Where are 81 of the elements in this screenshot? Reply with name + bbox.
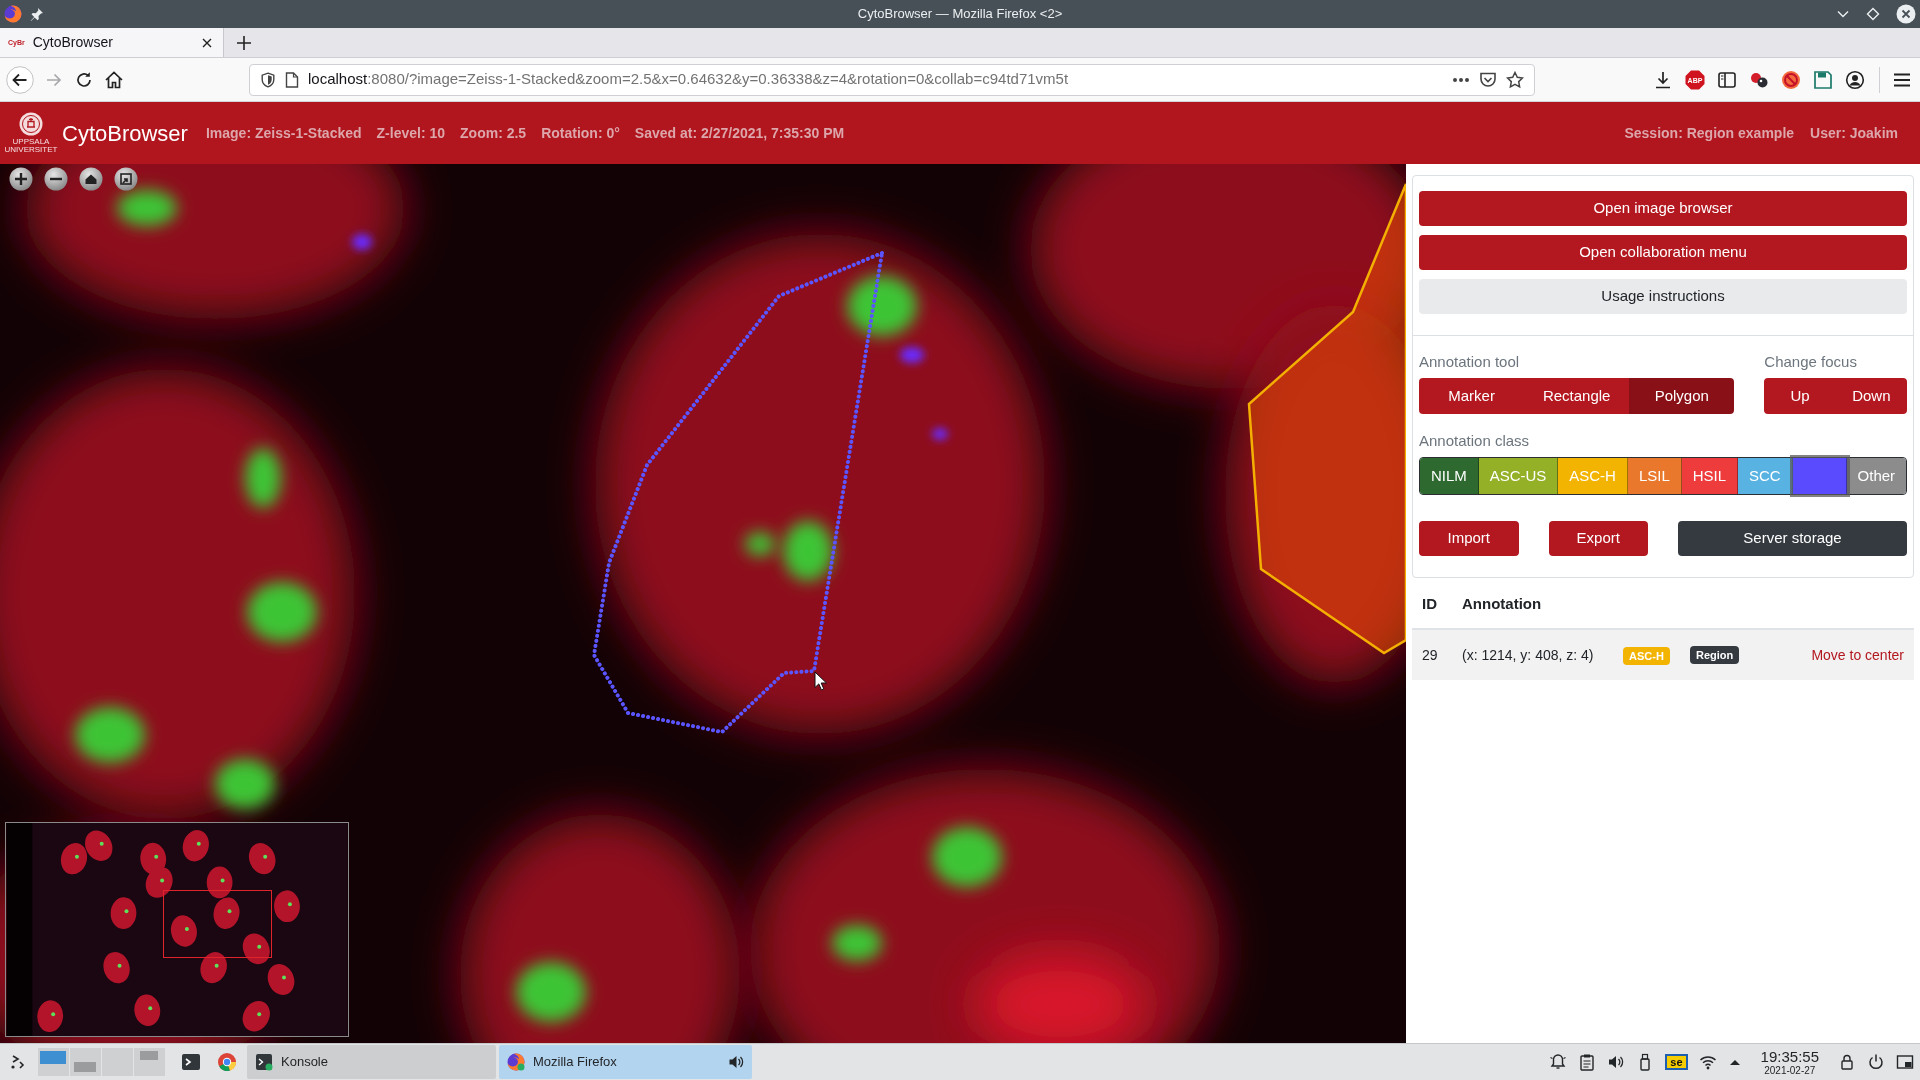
url-field[interactable]: localhost:8080/?image=Zeiss-1-Stacked&zoom=2.5&x=0.64632&y=0.36338&z=4&rotation=0&collab=c94td71vm5t	[249, 63, 1535, 96]
plus-icon[interactable]	[236, 34, 252, 51]
menu-button[interactable]: Open collaboration menu	[1419, 235, 1907, 270]
file-button[interactable]: Import	[1419, 521, 1519, 556]
header-info: Saved at: 2/27/2021, 7:35:30 PM	[634, 123, 845, 143]
minimap[interactable]	[5, 822, 349, 1037]
menu-button[interactable]: Usage instructions	[1419, 279, 1907, 314]
app-title: CytoBrowser	[62, 119, 188, 148]
pin-icon[interactable]	[30, 7, 44, 21]
clock-date[interactable]: 2021-02-27	[1760, 1065, 1819, 1076]
class-button[interactable]: NILM	[1420, 458, 1479, 494]
column-header: ID	[1421, 593, 1438, 614]
speaker-icon[interactable]	[728, 1054, 744, 1070]
zoom-out-icon[interactable]	[44, 167, 68, 191]
move-to-center-link[interactable]: Move to center	[1811, 644, 1904, 666]
header-info: Image: Zeiss-1-Stacked	[205, 123, 362, 143]
sidebar-icon[interactable]	[1717, 69, 1737, 90]
diamond-icon[interactable]	[1866, 7, 1880, 21]
close-icon[interactable]	[1896, 4, 1916, 24]
page-icon[interactable]	[285, 71, 299, 88]
focus-button[interactable]: Up	[1764, 378, 1836, 414]
clock-time[interactable]: 19:35:55	[1760, 1048, 1819, 1064]
firefox-icon[interactable]	[4, 5, 22, 23]
mouse-pointer-icon	[814, 671, 827, 691]
lock-icon[interactable]	[1838, 1053, 1856, 1071]
home-icon[interactable]	[104, 69, 124, 90]
browser-icon[interactable]	[217, 1052, 237, 1072]
back-icon[interactable]	[6, 65, 34, 94]
header-info: Rotation: 0°	[541, 123, 620, 143]
university-seal-icon	[19, 111, 43, 136]
menu-button[interactable]: Open image browser	[1419, 191, 1907, 226]
more-icon[interactable]	[1452, 76, 1470, 83]
header-info: Z-level: 10	[376, 123, 446, 143]
bell-icon[interactable]	[1549, 1053, 1568, 1071]
clipboard-icon[interactable]	[1578, 1053, 1597, 1071]
volume-icon[interactable]	[1607, 1053, 1626, 1071]
table-cell-text: (x: 1214, y: 408, z: 4)	[1462, 645, 1595, 665]
reload-icon[interactable]	[74, 69, 94, 90]
shield-icon[interactable]	[260, 71, 276, 88]
wifi-icon[interactable]	[1698, 1053, 1717, 1071]
close-icon[interactable]	[201, 36, 213, 49]
show-desktop-icon[interactable]	[1896, 1053, 1914, 1071]
class-tag: ASC-H	[1623, 646, 1670, 665]
column-header: Annotation	[1462, 593, 1542, 614]
logo-text: UPPSALA UNIVERSITET	[3, 137, 59, 155]
account-icon[interactable]	[1845, 69, 1865, 90]
prohibited-icon[interactable]	[1781, 69, 1801, 90]
focus-button[interactable]: Down	[1835, 378, 1907, 414]
taskbar-task[interactable]: Mozilla Firefox	[499, 1045, 752, 1079]
terminal-icon[interactable]	[181, 1052, 201, 1072]
table-cell-text: 29	[1421, 645, 1439, 665]
header-info: Zoom: 2.5	[460, 123, 527, 143]
home-icon[interactable]	[79, 167, 103, 191]
taskbar-task[interactable]: Konsole	[247, 1045, 496, 1079]
zoom-in-icon[interactable]	[9, 167, 33, 191]
tool-button[interactable]: Rectangle	[1524, 378, 1630, 414]
firefox-icon[interactable]	[507, 1053, 525, 1071]
user-label: User: Joakim	[1810, 123, 1898, 143]
section-label: Change focus	[1764, 353, 1858, 371]
session-label: Session: Region example	[1624, 123, 1795, 143]
polygon-annotation[interactable]	[591, 249, 885, 735]
shape-tag: Region	[1690, 645, 1740, 665]
file-button[interactable]: Server storage	[1678, 521, 1907, 556]
terminal-icon[interactable]	[255, 1053, 273, 1071]
table-row[interactable]: 29 (x: 1214, y: 408, z: 4) ASC-H Region Move to center	[1412, 628, 1914, 680]
pocket-icon[interactable]	[1479, 71, 1497, 88]
tool-button[interactable]: Marker	[1419, 378, 1525, 414]
section-label: Annotation class	[1419, 432, 1531, 450]
viewport-indicator[interactable]	[163, 890, 272, 958]
keyboard-layout-indicator[interactable]: se	[1665, 1054, 1688, 1070]
star-icon[interactable]	[1506, 70, 1524, 89]
class-selector[interactable]: NILM ASC-US ASC-H LSIL HSIL SCC Other	[1419, 457, 1907, 495]
class-button[interactable]: HSIL	[1681, 458, 1739, 494]
tool-button[interactable]: Polygon	[1629, 378, 1735, 414]
window-title: CytoBrowser — Mozilla Firefox <2>	[856, 5, 1064, 24]
download-icon[interactable]	[1653, 69, 1673, 90]
section-label: Annotation tool	[1419, 353, 1521, 371]
file-button[interactable]: Export	[1548, 521, 1648, 556]
launcher-icon[interactable]	[9, 1053, 27, 1071]
power-icon[interactable]	[1867, 1053, 1885, 1071]
fullscreen-icon[interactable]	[114, 167, 138, 191]
